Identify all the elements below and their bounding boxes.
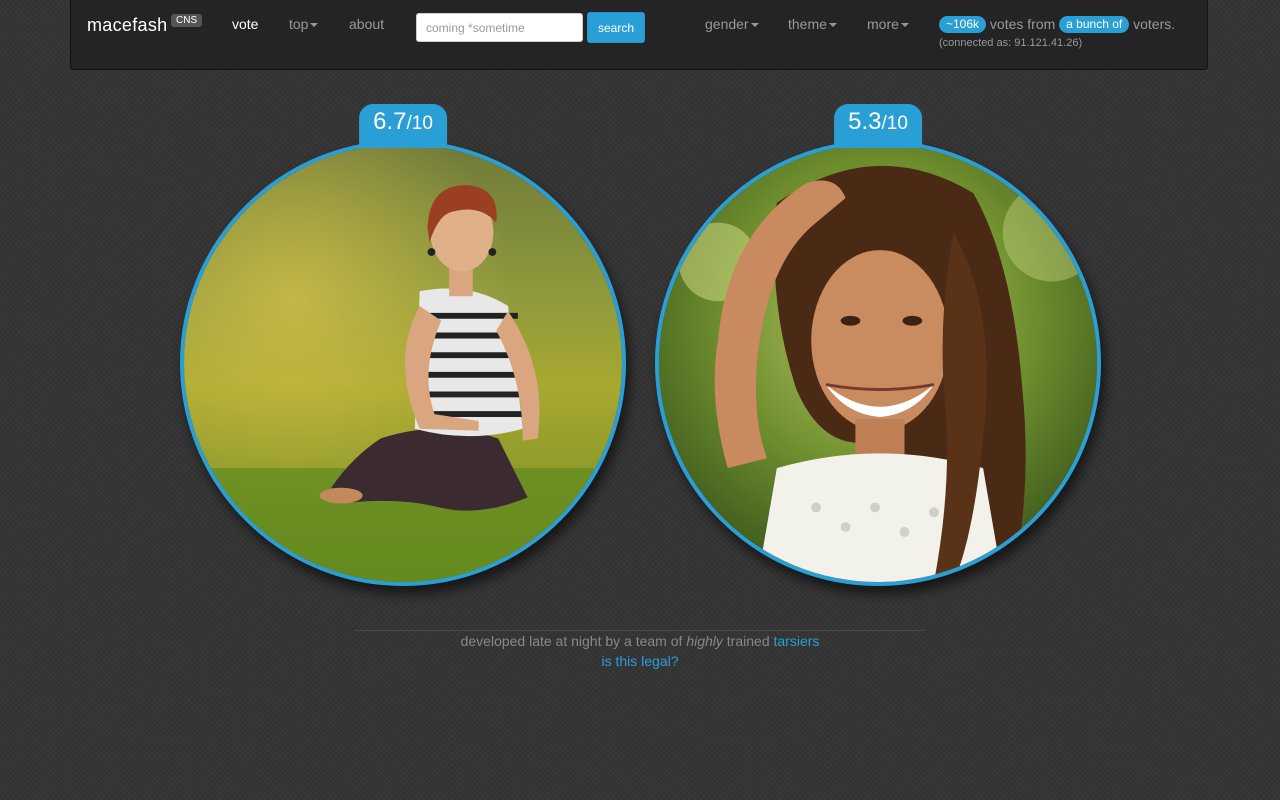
nav-theme-label: theme (788, 16, 827, 32)
nav-vote[interactable]: vote (232, 16, 258, 32)
footer-legal: is this legal? (355, 651, 925, 671)
votes-from-text: votes from (989, 16, 1056, 32)
search-button[interactable]: search (587, 12, 645, 43)
candidate-right-photo[interactable] (655, 140, 1101, 586)
nav-more-dropdown[interactable]: more (867, 16, 909, 32)
voters-suffix-text: voters. (1133, 16, 1176, 32)
footer: developed late at night by a team of hig… (355, 630, 925, 671)
score-value: 5.3 (848, 108, 882, 135)
votes-count-badge: ~106k (939, 16, 987, 33)
candidate-right: 5.3/10 (655, 104, 1101, 586)
footer-text-after: trained (726, 633, 770, 649)
nav-about[interactable]: about (349, 16, 384, 32)
cns-badge: CNS (171, 14, 203, 27)
footer-emphasis: highly (686, 633, 723, 649)
footer-credit: developed late at night by a team of hig… (355, 631, 925, 651)
photo-woman-sitting-in-grass-icon (184, 144, 622, 582)
nav-top-dropdown[interactable]: top (289, 16, 319, 32)
photo-smiling-woman-long-hair-icon (659, 144, 1097, 582)
caret-down-icon (900, 23, 909, 28)
nav-gender-label: gender (705, 16, 749, 32)
nav-theme-dropdown[interactable]: theme (788, 16, 837, 32)
caret-down-icon (828, 23, 837, 28)
connected-as: (connected as: 91.121.41.26) (939, 37, 1083, 49)
navbar: macefash CNS vote top about search gende… (70, 0, 1208, 70)
score-denominator: /10 (881, 113, 908, 134)
nav-gender-dropdown[interactable]: gender (705, 16, 759, 32)
score-denominator: /10 (406, 113, 433, 134)
footer-text: developed late at night by a team of (460, 633, 683, 649)
caret-down-icon (310, 23, 319, 28)
candidate-left-score: 6.7/10 (359, 104, 447, 148)
candidate-left: 6.7/10 (180, 104, 626, 586)
score-value: 6.7 (373, 108, 407, 135)
voters-count-badge: a bunch of (1059, 16, 1130, 33)
nav-top-label: top (289, 16, 309, 32)
vote-stats: ~106k votes from a bunch of voters. (con… (939, 15, 1199, 50)
candidate-left-photo[interactable] (180, 140, 626, 586)
brand-logo[interactable]: macefash (87, 15, 167, 36)
caret-down-icon (750, 23, 759, 28)
candidate-right-score: 5.3/10 (834, 104, 922, 148)
tarsiers-link[interactable]: tarsiers (774, 633, 820, 649)
nav-more-label: more (867, 16, 899, 32)
legal-link[interactable]: is this legal? (601, 653, 678, 669)
search-input[interactable] (416, 13, 583, 42)
